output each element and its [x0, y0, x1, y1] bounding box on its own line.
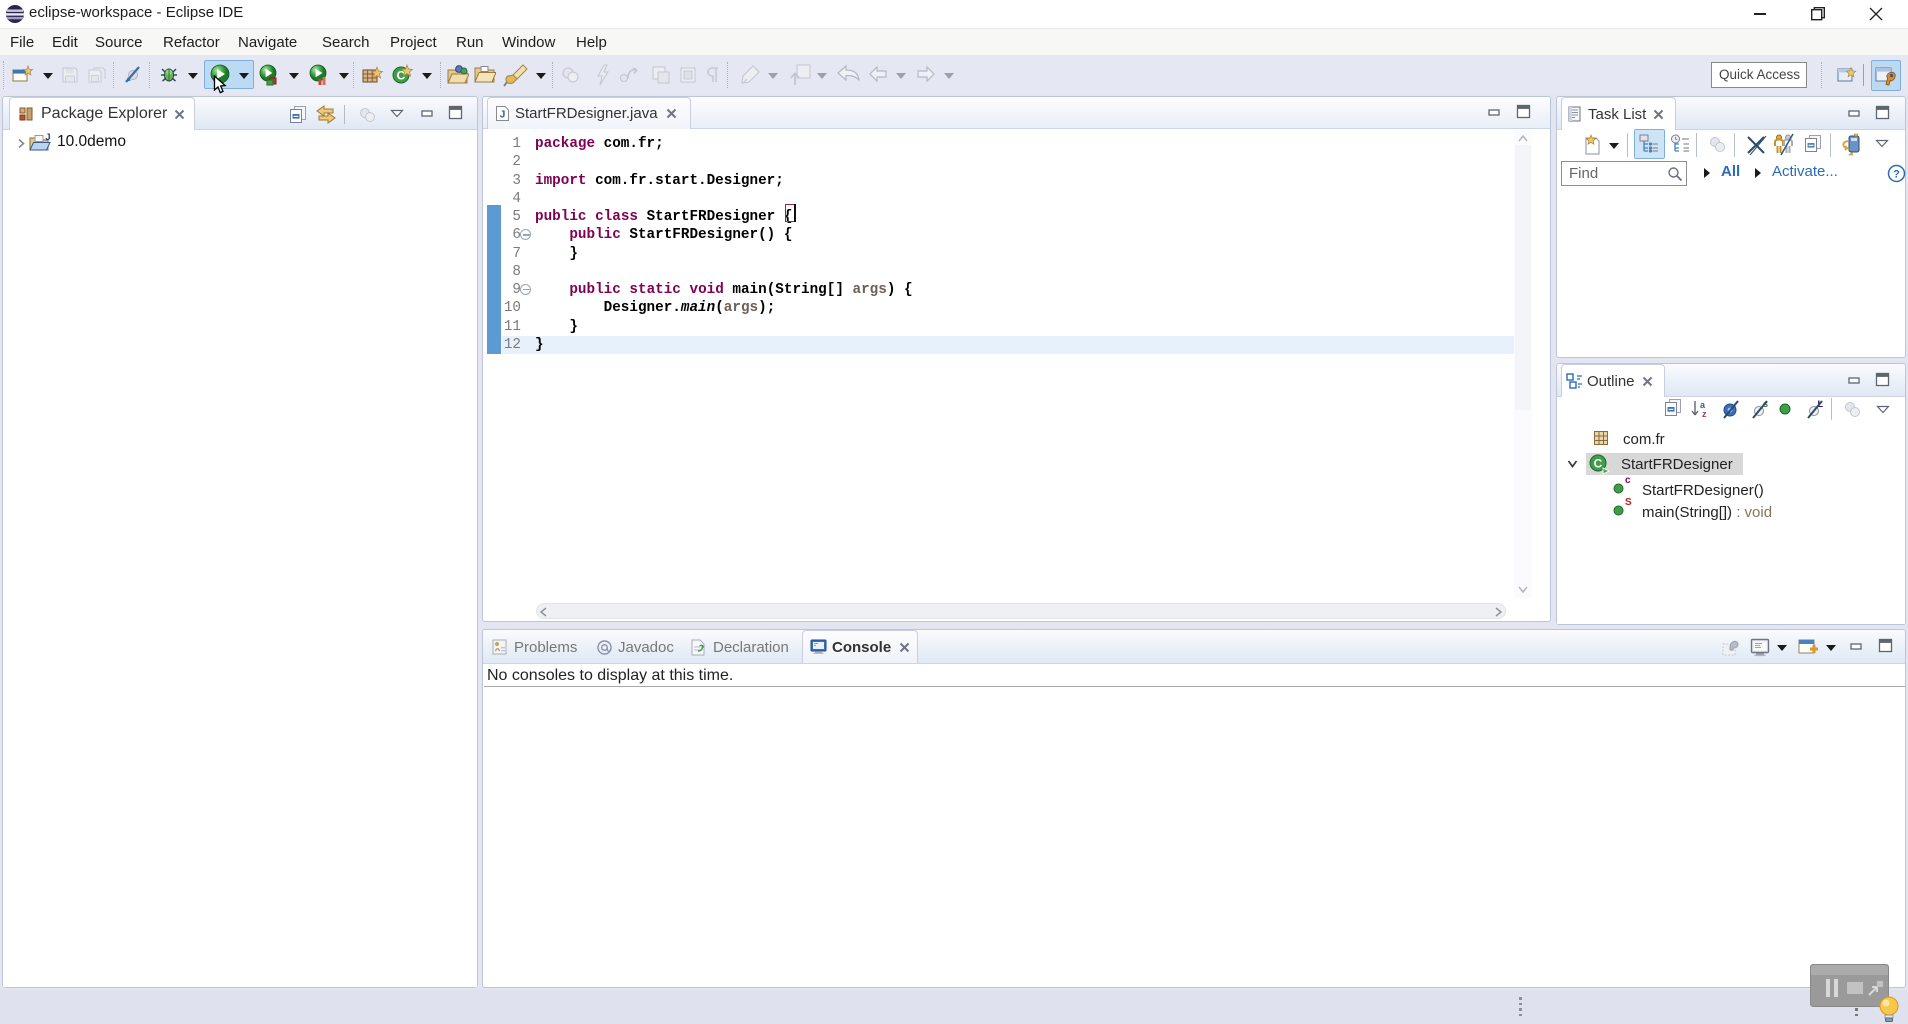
- svg-text:J: J: [500, 110, 506, 121]
- svg-text:z: z: [1702, 409, 1707, 419]
- svg-text:C: C: [1594, 457, 1603, 471]
- svg-text:?: ?: [1893, 169, 1900, 181]
- svg-text:J: J: [46, 133, 51, 142]
